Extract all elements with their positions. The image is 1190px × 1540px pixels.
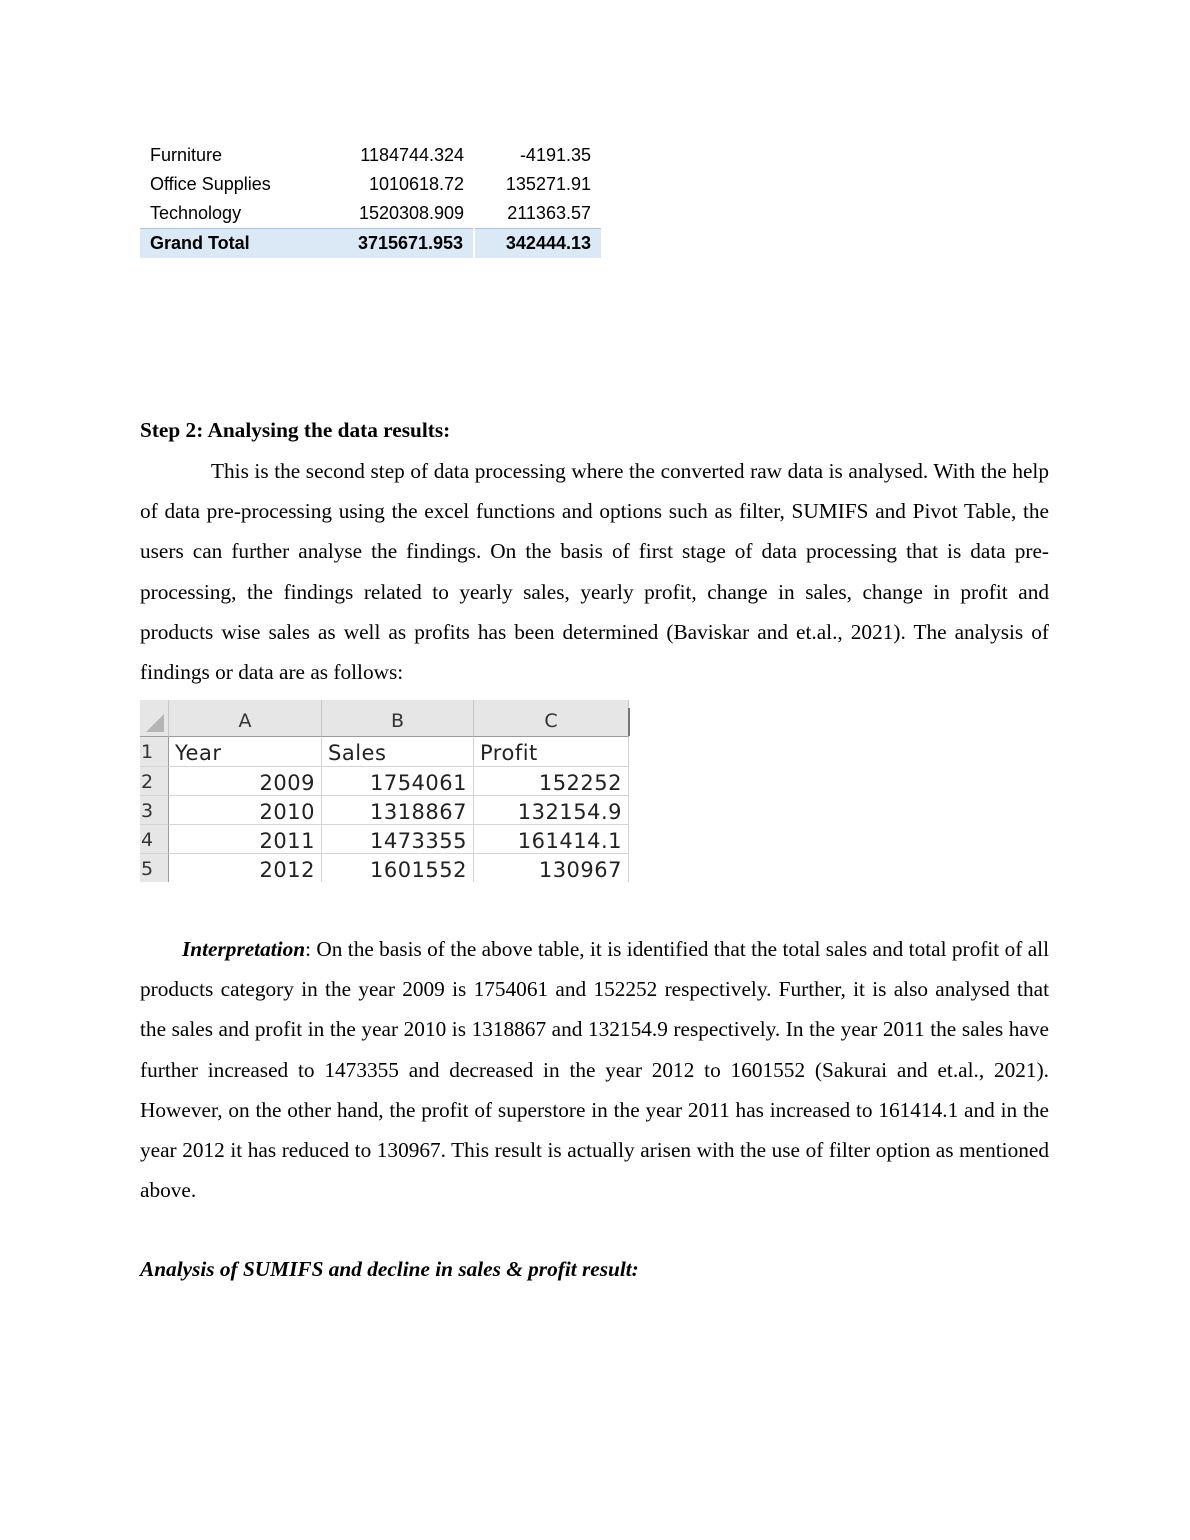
row-header: 2: [140, 767, 169, 796]
interpretation-paragraph: Interpretation: On the basis of the abov…: [140, 929, 1049, 1210]
grand-total-sales: 3715671.953: [314, 228, 476, 258]
select-all-corner: [140, 700, 169, 737]
table-row: Furniture 1184744.324 -4191.35: [140, 141, 601, 170]
profit-cell: -4191.35: [519, 145, 591, 165]
interpretation-label: Interpretation: [182, 937, 306, 961]
header-profit: Profit: [474, 737, 629, 767]
sumifs-subheading: Analysis of SUMIFS and decline in sales …: [140, 1257, 639, 1281]
sales-cell: 1601552: [322, 854, 474, 882]
sales-cell: 1473355: [322, 825, 474, 854]
excel-screenshot: A B C 1 2 3 4 5 Year Sales Profit 2009 1…: [140, 700, 631, 882]
profit-cell: 135271.91: [505, 174, 591, 194]
row-header: 3: [140, 796, 169, 825]
year-cell: 2011: [169, 825, 322, 854]
profit-cell: 161414.1: [474, 825, 629, 854]
category-cell: Furniture: [150, 145, 223, 165]
category-cell: Office Supplies: [150, 174, 271, 194]
header-year: Year: [169, 737, 322, 767]
grand-total-label: Grand Total: [140, 228, 315, 258]
profit-cell: 211363.57: [507, 203, 591, 223]
sales-cell: 1754061: [322, 767, 474, 796]
row-header: 4: [140, 825, 169, 854]
column-header-c: C: [474, 700, 629, 737]
column-edge: [628, 708, 630, 736]
sales-cell: 1184744.324: [360, 145, 465, 165]
year-cell: 2012: [169, 854, 322, 882]
table-row: Technology 1520308.909 211363.57: [140, 199, 601, 229]
year-cell: 2009: [169, 767, 322, 796]
year-cell: 2010: [169, 796, 322, 825]
step2-paragraph: This is the second step of data processi…: [140, 459, 1049, 685]
grand-total-row: Grand Total 3715671.953 342444.13: [140, 228, 601, 258]
pivot-table: Furniture 1184744.324 -4191.35 Office Su…: [140, 141, 601, 258]
column-header-b: B: [322, 700, 474, 737]
header-sales: Sales: [322, 737, 474, 767]
profit-cell: 130967: [474, 854, 629, 882]
table-row: Office Supplies 1010618.72 135271.91: [140, 170, 601, 199]
row-header: 5: [140, 854, 169, 882]
category-cell: Technology: [150, 203, 242, 223]
row-header: 1: [140, 737, 169, 767]
column-header-a: A: [169, 700, 322, 737]
grand-total-profit: 342444.13: [474, 228, 601, 258]
step2-heading: Step 2: Analysing the data results:: [140, 418, 451, 442]
corner-triangle-icon: [146, 714, 164, 732]
interpretation-text: : On the basis of the above table, it is…: [140, 937, 1049, 1203]
sales-cell: 1010618.72: [368, 174, 465, 194]
profit-cell: 152252: [474, 767, 629, 796]
profit-cell: 132154.9: [474, 796, 629, 825]
sales-cell: 1318867: [322, 796, 474, 825]
sales-cell: 1520308.909: [358, 203, 465, 223]
